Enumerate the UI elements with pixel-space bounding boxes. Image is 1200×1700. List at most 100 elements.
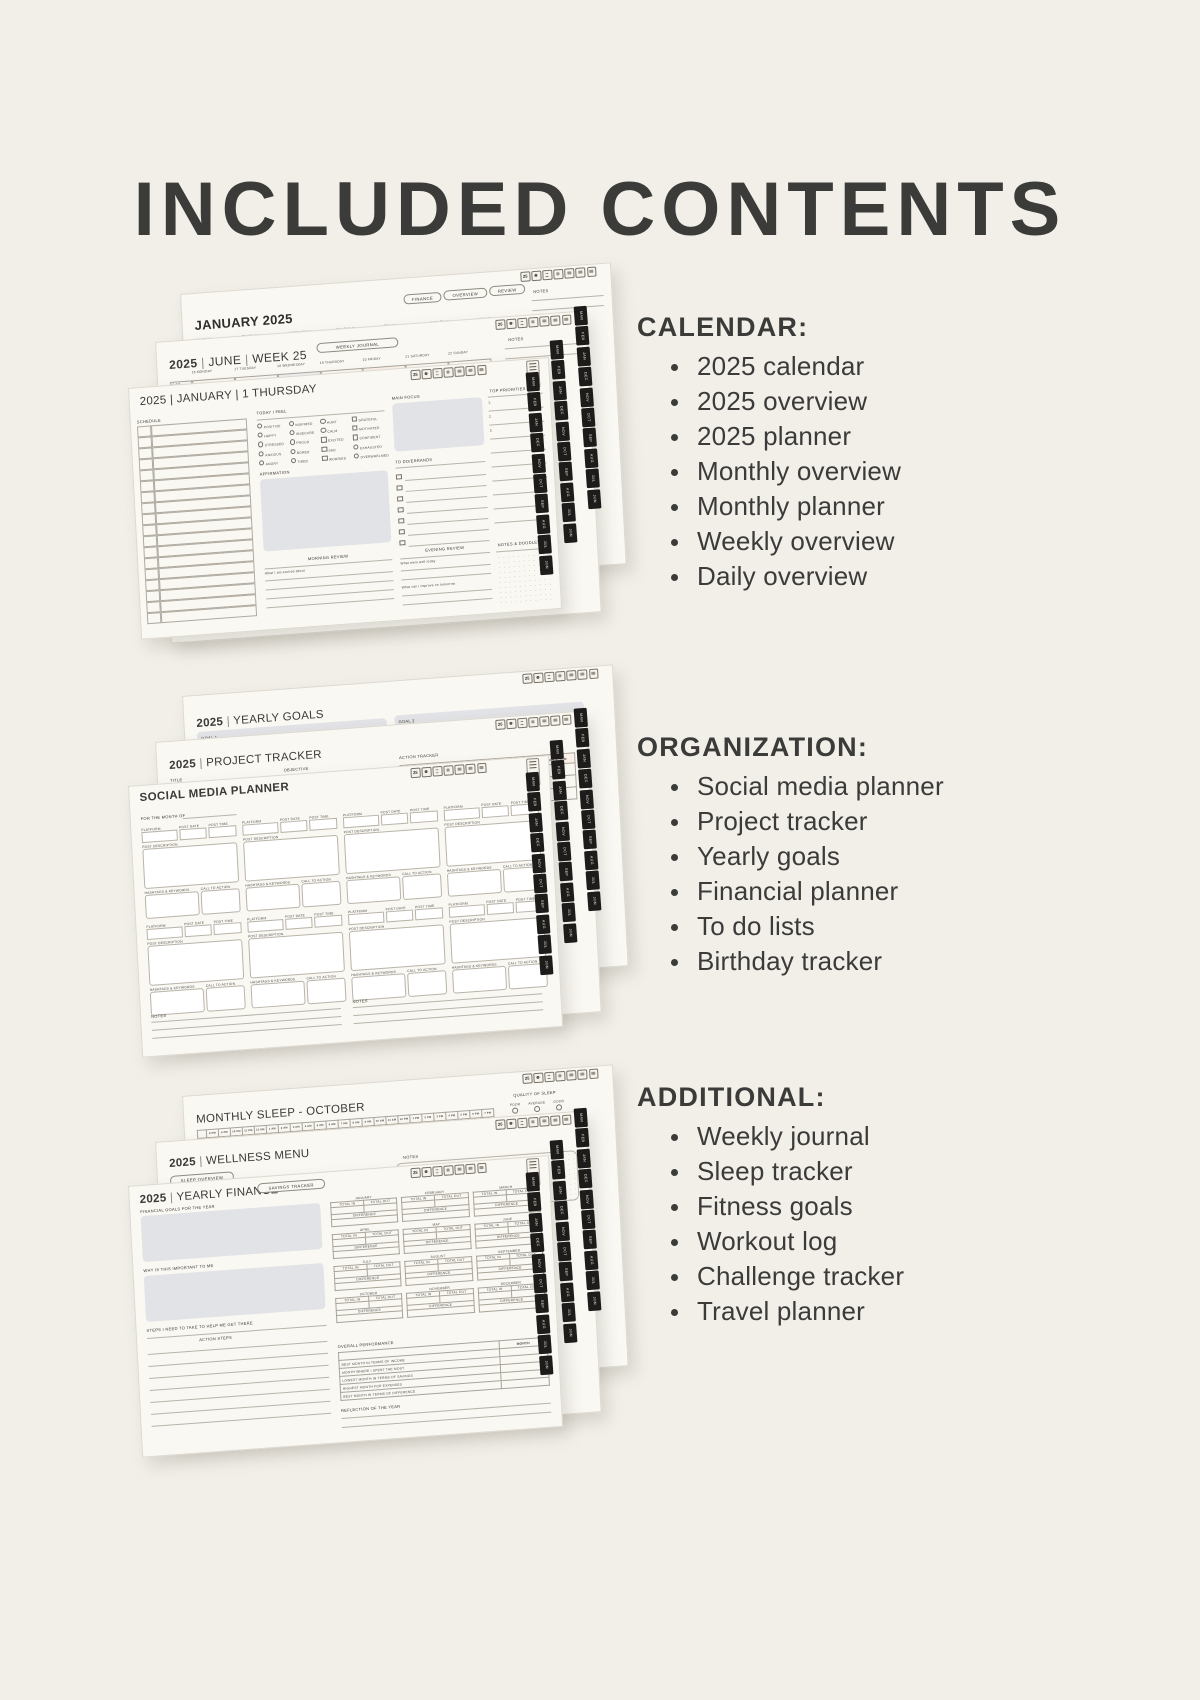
card-hashtags-input[interactable] xyxy=(149,987,206,1016)
month-tab[interactable]: FEB xyxy=(551,360,566,381)
page-toolbar[interactable]: 25 xyxy=(495,314,572,330)
social-post-card[interactable]: PLATFORM POST DATE POST TIME POST DESCRI… xyxy=(247,911,347,1009)
month-tab[interactable]: DEC xyxy=(578,1168,593,1189)
month-tab[interactable]: JUN xyxy=(563,922,578,943)
gear-icon[interactable] xyxy=(506,718,517,729)
card-post-date-input[interactable] xyxy=(481,805,510,819)
month-tab[interactable]: JAN xyxy=(552,780,567,801)
month-finance-block[interactable]: FEBRUARY TOTAL IN TOTAL OUT DIFFERENCE xyxy=(401,1188,470,1222)
card-hashtags-input[interactable] xyxy=(351,973,407,1002)
month-tab[interactable]: NOV xyxy=(555,421,570,442)
mood-option[interactable]: STRESSED xyxy=(257,440,288,448)
pen-icon[interactable] xyxy=(539,316,550,327)
page-toolbar[interactable]: 25 xyxy=(495,1114,572,1130)
todo-list[interactable] xyxy=(395,465,490,549)
month-tab[interactable]: JUL xyxy=(585,468,600,489)
month-tab[interactable]: JUL xyxy=(561,502,576,523)
social-post-card[interactable]: PLATFORM POST DATE POST TIME POST DESCRI… xyxy=(146,918,246,1016)
why-important-input[interactable] xyxy=(143,1262,326,1323)
affirmation-input[interactable] xyxy=(259,470,392,552)
card-post-description-input[interactable] xyxy=(444,819,542,867)
month-finance-block[interactable]: OCTOBER TOTAL IN TOTAL OUT DIFFERENCE xyxy=(335,1289,404,1323)
page-toolbar[interactable]: 25 xyxy=(520,266,597,282)
card-post-time-input[interactable] xyxy=(314,914,343,928)
month-tab[interactable]: JUL xyxy=(537,934,552,955)
month-tab[interactable]: JAN xyxy=(576,748,591,769)
card-cta-input[interactable] xyxy=(301,880,342,908)
heart-icon[interactable] xyxy=(577,669,588,680)
monthly-finance-grid[interactable]: JANUARY TOTAL IN TOTAL OUT DIFFERENCE FEB… xyxy=(330,1183,546,1323)
card-post-date-input[interactable] xyxy=(486,902,515,916)
month-tab[interactable]: OCT xyxy=(581,809,596,830)
writing-line[interactable] xyxy=(148,1352,329,1367)
month-tab[interactable]: AUG xyxy=(560,482,575,503)
month-tab[interactable]: SEP xyxy=(558,461,573,482)
month-tab[interactable]: OCT xyxy=(557,841,572,862)
month-tab[interactable]: JAN xyxy=(576,1148,591,1169)
month-tab[interactable]: AUG xyxy=(584,850,599,871)
page-icon[interactable] xyxy=(517,717,528,728)
gear-icon[interactable] xyxy=(531,270,542,281)
month-tab[interactable]: SEP xyxy=(558,861,573,882)
month-tab[interactable]: OCT xyxy=(557,441,572,462)
month-tab[interactable]: JUN xyxy=(539,954,554,975)
mood-option[interactable]: SAD xyxy=(321,444,352,452)
page-toolbar[interactable]: 25 xyxy=(410,762,487,778)
sticker-icon[interactable] xyxy=(588,1068,599,1079)
card-post-description-input[interactable] xyxy=(348,924,446,972)
mood-option[interactable]: PROUD xyxy=(289,438,320,446)
mood-option[interactable]: INSPIRED xyxy=(288,419,319,427)
month-tab[interactable]: JUN xyxy=(539,554,554,575)
page-toolbar[interactable]: 25 xyxy=(522,1068,599,1084)
writing-line[interactable] xyxy=(150,1388,330,1403)
gear-icon[interactable] xyxy=(421,368,432,379)
month-tab[interactable]: JUN xyxy=(563,522,578,543)
writing-line[interactable] xyxy=(400,563,491,572)
month-tab[interactable]: OCT xyxy=(533,873,548,894)
month-tab[interactable]: SEP xyxy=(534,493,549,514)
month-tab[interactable]: AUG xyxy=(560,882,575,903)
page-icon[interactable] xyxy=(544,1071,555,1082)
writing-line[interactable] xyxy=(266,589,394,600)
month-tab[interactable]: NOV xyxy=(555,821,570,842)
card-cta-input[interactable] xyxy=(407,970,448,998)
page-icon[interactable] xyxy=(432,367,443,379)
page-icon[interactable] xyxy=(544,671,555,682)
writing-line[interactable] xyxy=(266,598,395,609)
writing-line[interactable] xyxy=(341,1411,552,1428)
sticker-icon[interactable] xyxy=(586,266,597,277)
social-post-card[interactable]: PLATFORM POST DATE POST TIME POST DESCRI… xyxy=(343,806,443,905)
mood-option[interactable]: ANGRY xyxy=(258,458,289,466)
month-tab[interactable]: NOV xyxy=(531,1253,546,1274)
month-tab[interactable]: MAR xyxy=(549,339,564,360)
month-tab[interactable]: FEB xyxy=(575,728,590,749)
month-tab[interactable]: SEP xyxy=(582,1229,597,1250)
mood-option[interactable]: CALM xyxy=(320,426,351,434)
month-tab[interactable]: SEP xyxy=(582,427,597,448)
month-tab[interactable]: JUL xyxy=(561,1302,576,1323)
pen-icon[interactable] xyxy=(539,1116,550,1127)
gear-icon[interactable] xyxy=(533,672,544,683)
copy-icon[interactable] xyxy=(443,765,454,776)
month-tab[interactable]: JUL xyxy=(561,902,576,923)
toolbar-year-icon[interactable]: 25 xyxy=(410,369,421,380)
month-finance-block[interactable]: JANUARY TOTAL IN TOTAL OUT DIFFERENCE xyxy=(330,1193,399,1227)
daily-schedule-grid[interactable] xyxy=(137,418,258,626)
month-tab[interactable]: MAR xyxy=(573,707,588,728)
month-tab[interactable]: DEC xyxy=(530,1232,545,1253)
heart-icon[interactable] xyxy=(550,1115,561,1126)
month-tab[interactable]: JUL xyxy=(537,534,552,555)
toolbar-year-icon[interactable]: 25 xyxy=(495,1119,506,1130)
badge-weekly-journal[interactable]: WEEKLY JOURNAL xyxy=(316,337,399,354)
heart-icon[interactable] xyxy=(550,315,561,326)
month-tab[interactable]: JUN xyxy=(587,488,602,509)
month-tab[interactable]: FEB xyxy=(527,792,542,813)
writing-line[interactable] xyxy=(402,588,492,597)
month-tab[interactable]: FEB xyxy=(551,1160,566,1181)
month-tab[interactable]: DEC xyxy=(530,432,545,453)
month-tab[interactable]: FEB xyxy=(575,326,590,347)
month-tab[interactable]: OCT xyxy=(533,473,548,494)
writing-line[interactable] xyxy=(353,1001,543,1017)
quality-option-good[interactable]: GOOD xyxy=(553,1099,564,1111)
month-tab[interactable]: AUG xyxy=(536,914,551,935)
